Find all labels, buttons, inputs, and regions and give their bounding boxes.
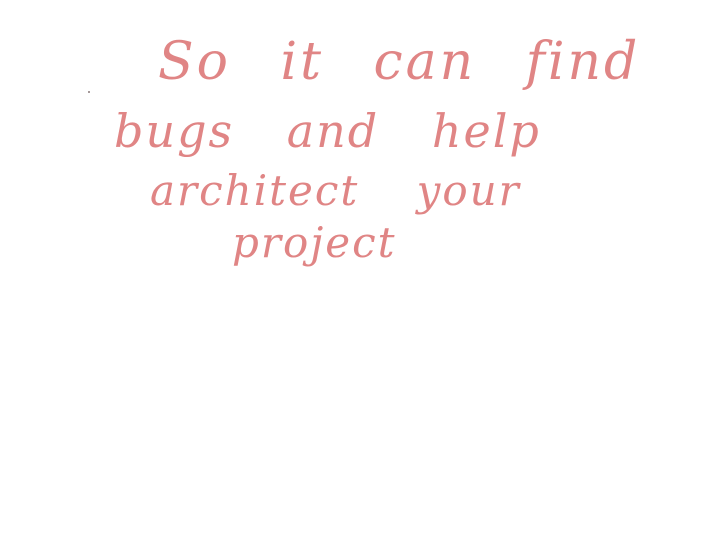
handwritten-line-2: bugs and help (114, 104, 541, 158)
handwritten-line-1: So it can find (158, 32, 641, 92)
drawing-canvas[interactable]: So it can find bugs and help architect y… (0, 0, 720, 540)
stray-ink-dot (88, 91, 90, 93)
handwritten-line-3: architect your (150, 166, 521, 215)
handwritten-line-4: project (232, 218, 397, 267)
